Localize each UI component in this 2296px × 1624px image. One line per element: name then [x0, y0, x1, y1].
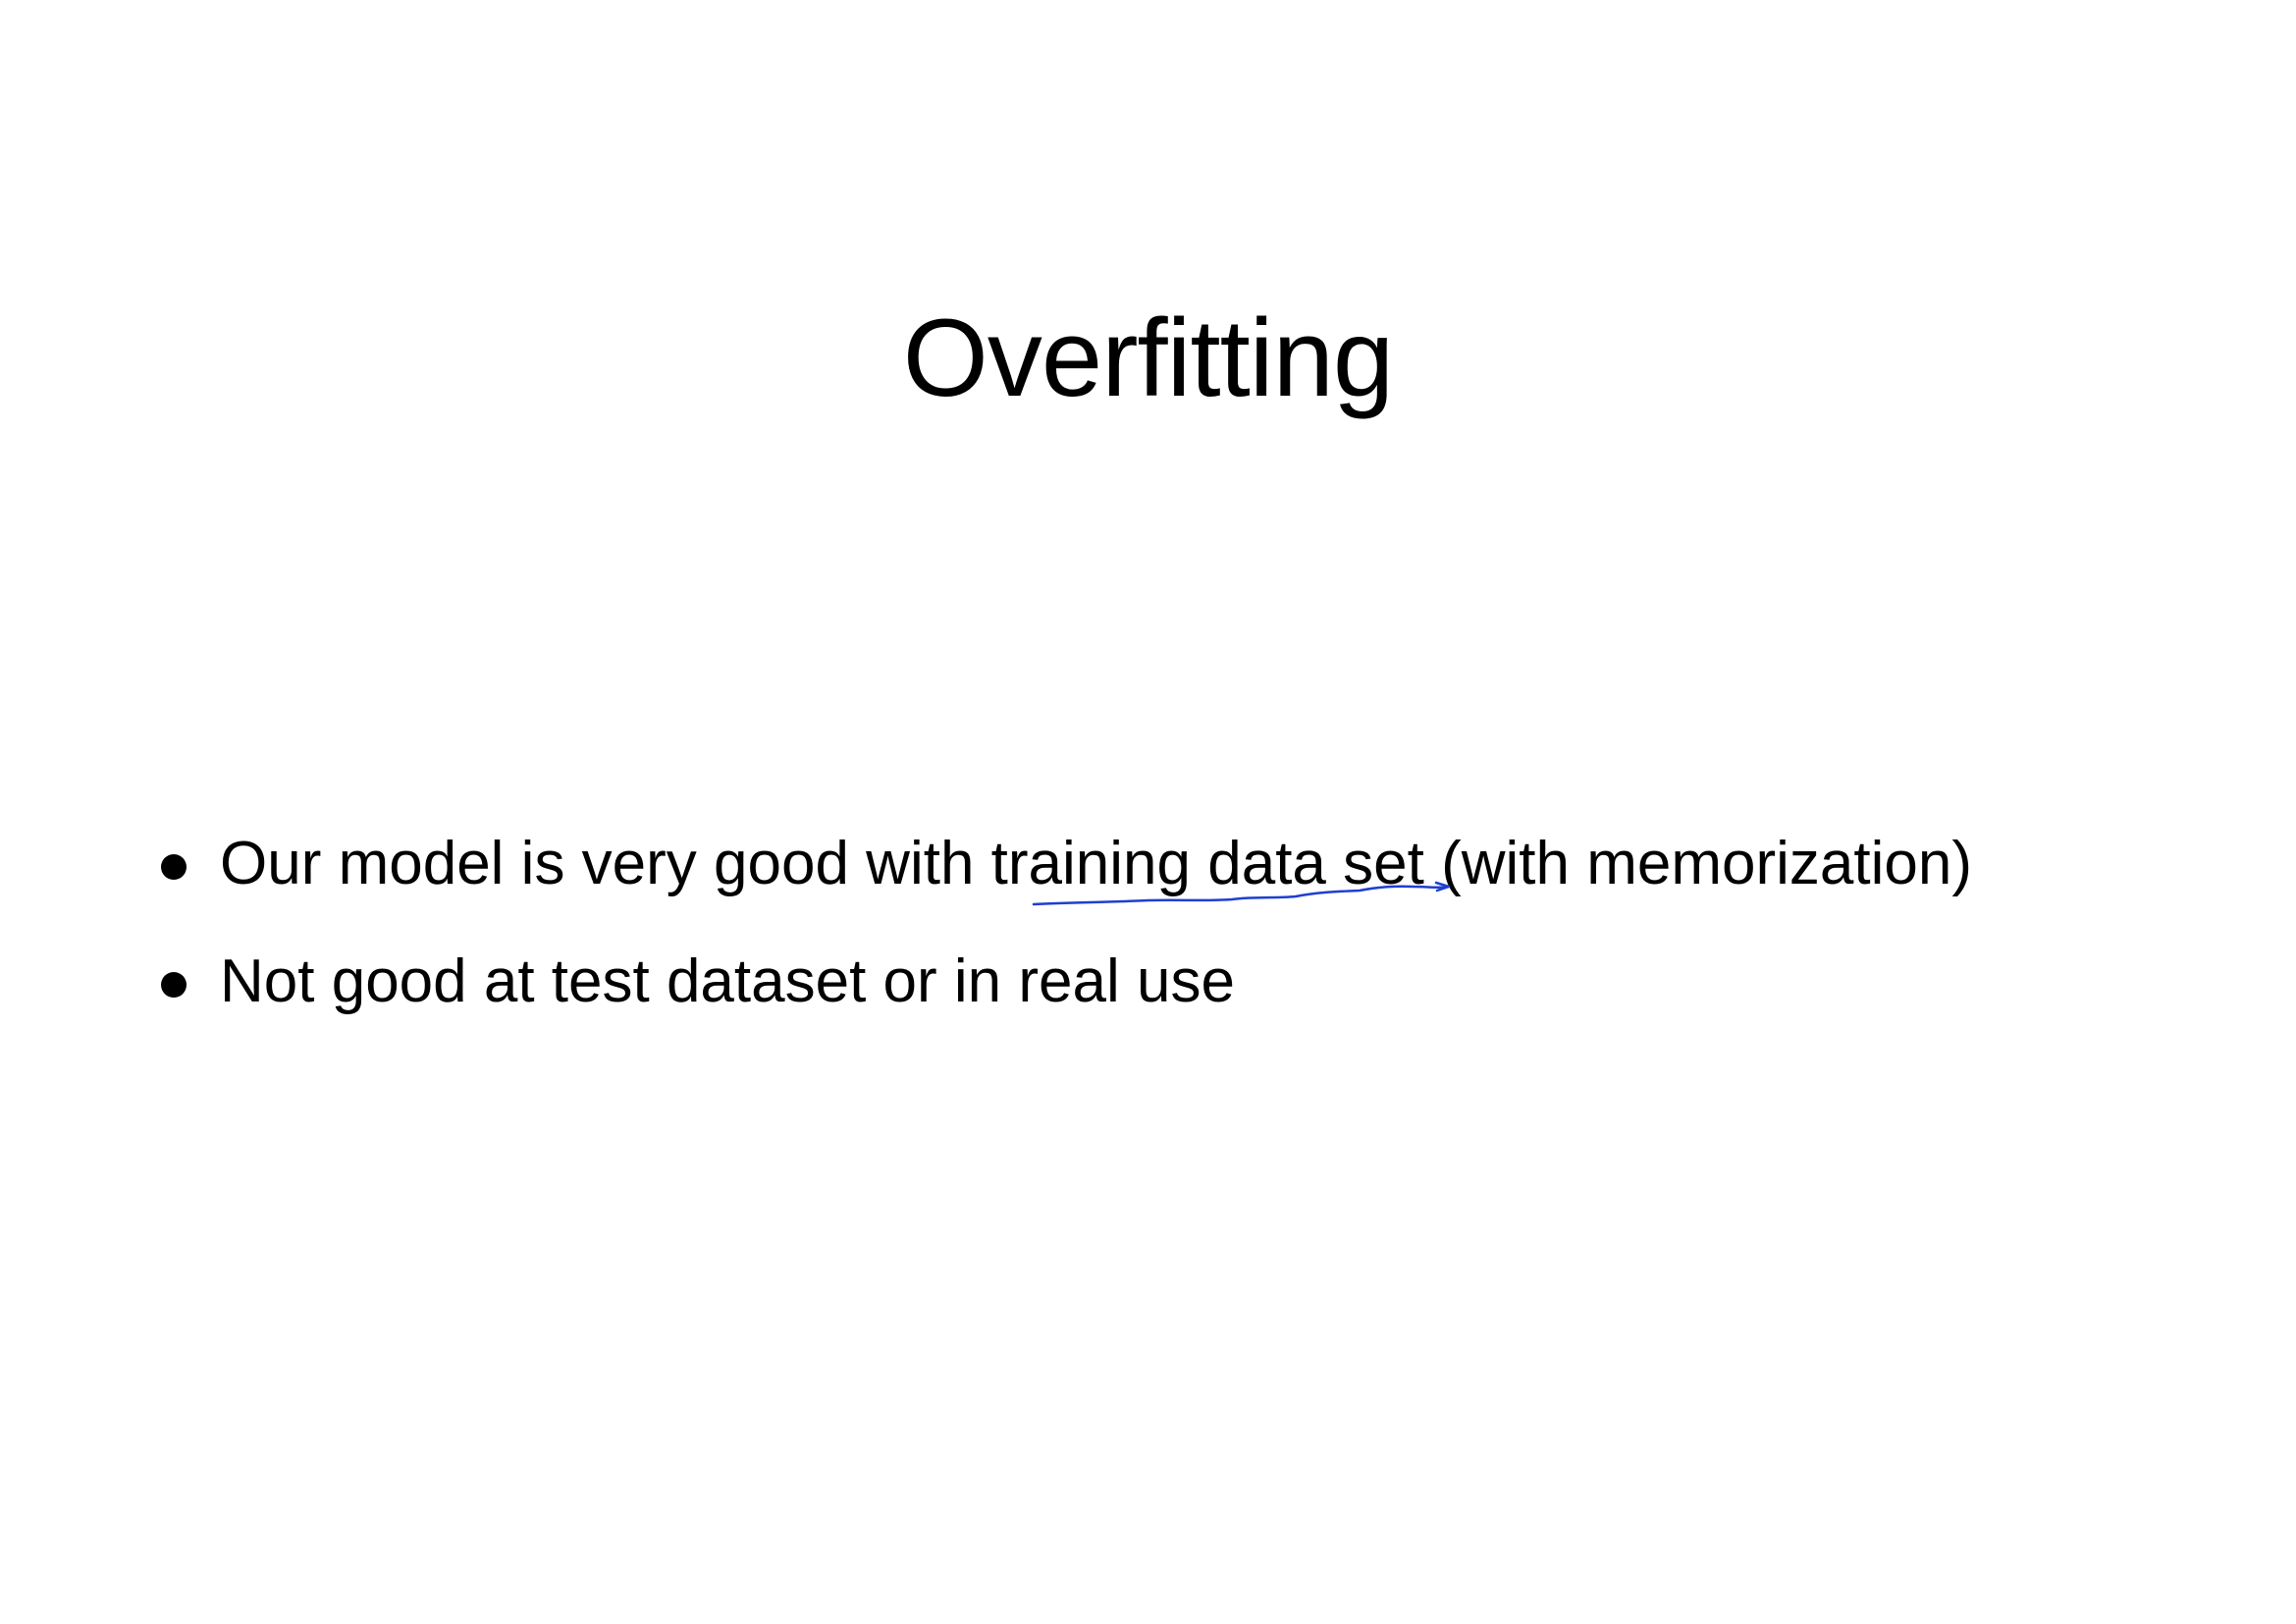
bullet-dot-icon — [161, 854, 187, 880]
bullet-list: Our model is very good with training dat… — [147, 805, 1972, 1041]
slide-title: Overfitting — [902, 297, 1394, 419]
bullet-text-prefix: Our model is very good with — [220, 830, 991, 897]
bullet-item: Not good at test dataset or in real use — [147, 923, 1972, 1041]
slide: Overfitting Our model is very good with … — [0, 0, 2296, 1624]
bullet-text: Not good at test dataset or in real use — [220, 947, 1235, 1015]
bullet-item: Our model is very good with training dat… — [147, 805, 1972, 923]
bullet-dot-icon — [161, 972, 187, 998]
bullet-text-highlighted: training data set — [990, 830, 1424, 897]
bullet-text-suffix: (with memorization) — [1423, 830, 1972, 897]
